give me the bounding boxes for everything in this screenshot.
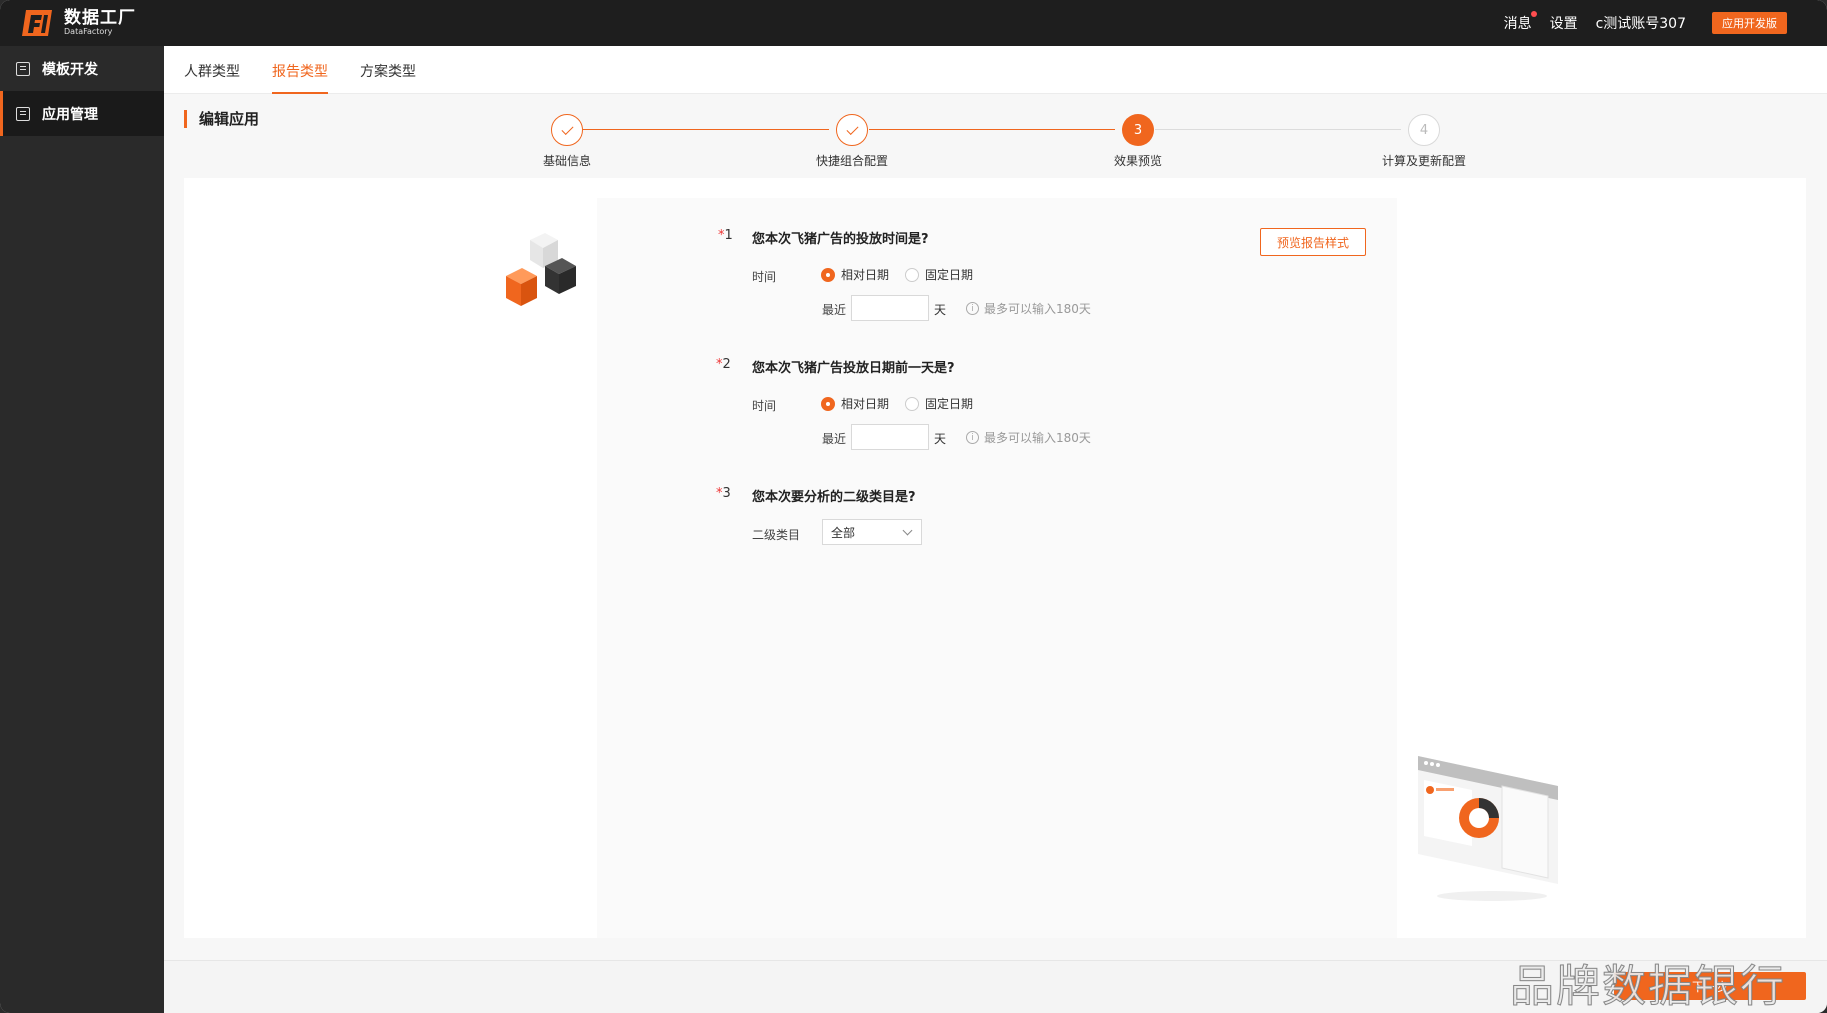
recent-label: 最近	[822, 303, 847, 317]
radio-fixed-date[interactable]: 固定日期	[905, 395, 973, 412]
datafactory-logo-icon	[20, 8, 54, 38]
question-number: *3	[716, 486, 731, 501]
step-label: 基础信息	[542, 154, 591, 168]
sidebar-item-label: 模板开发	[42, 61, 98, 78]
recent-days-input[interactable]	[851, 295, 929, 321]
radio-relative-date[interactable]: 相对日期	[821, 395, 889, 412]
report-screen-illustration	[1410, 746, 1570, 906]
sidebar-item-template-dev[interactable]: 模板开发	[0, 46, 164, 91]
messages-label: 消息	[1503, 16, 1532, 32]
recent-label: 最近	[822, 432, 847, 446]
step-label: 快捷组合配置	[815, 154, 888, 168]
account-menu[interactable]: c测试账号307	[1596, 13, 1686, 33]
sidebar-item-app-manage[interactable]: 应用管理	[0, 91, 164, 136]
step-label: 计算及更新配置	[1381, 154, 1466, 168]
version-badge[interactable]: 应用开发版	[1712, 12, 1787, 34]
step-quick-combo[interactable]	[836, 114, 868, 146]
question-number: *2	[716, 357, 731, 372]
radio-fixed-date[interactable]: 固定日期	[905, 266, 973, 283]
step-connector	[583, 129, 829, 130]
settings-link[interactable]: 设置	[1550, 13, 1578, 33]
app-window: 数据工厂 DataFactory 消息 设置 c测试账号307 应用开发版 模板…	[0, 0, 1827, 1013]
step-calc-config[interactable]: 4	[1408, 114, 1440, 146]
radio-checked-icon	[821, 396, 835, 411]
radio-relative-date[interactable]: 相对日期	[821, 266, 889, 283]
tab-report-type[interactable]: 报告类型	[272, 61, 328, 81]
messages-link[interactable]: 消息	[1503, 11, 1537, 33]
check-icon	[560, 122, 574, 135]
app-manage-icon	[16, 106, 30, 121]
watermark: 品牌数据银行	[1510, 961, 1786, 1013]
top-bar: 数据工厂 DataFactory 消息 设置 c测试账号307 应用开发版	[0, 0, 1827, 46]
logo-title: 数据工厂	[64, 8, 136, 28]
step-connector	[869, 129, 1115, 130]
sidebar-item-label: 应用管理	[42, 106, 98, 123]
logo[interactable]: 数据工厂 DataFactory	[20, 8, 136, 38]
radio-unchecked-icon	[905, 267, 919, 282]
time-label: 时间	[752, 270, 777, 284]
sub-category-select[interactable]: 全部	[822, 519, 922, 545]
info-icon: i	[966, 431, 979, 444]
time-label: 时间	[752, 399, 777, 413]
step-label: 效果预览	[1113, 154, 1162, 168]
info-icon: i	[966, 302, 979, 315]
tab-plan-type[interactable]: 方案类型	[360, 61, 416, 81]
unread-dot-icon	[1530, 11, 1537, 17]
chevron-down-icon	[902, 525, 913, 536]
sub-category-label: 二级类目	[752, 528, 801, 542]
page-title: 编辑应用	[184, 110, 259, 128]
question-title: 您本次飞猪广告投放日期前一天是?	[752, 361, 955, 376]
template-icon	[16, 61, 30, 76]
tab-bar: 人群类型 报告类型 方案类型	[164, 46, 1827, 94]
max-days-hint: i 最多可以输入180天	[966, 300, 1091, 317]
radio-unchecked-icon	[905, 396, 919, 411]
active-tab-indicator	[272, 92, 328, 94]
unit-label: 天	[934, 303, 947, 317]
tab-crowd-type[interactable]: 人群类型	[184, 61, 240, 81]
radio-checked-icon	[821, 267, 835, 282]
sidebar: 模板开发 应用管理	[0, 46, 164, 1013]
check-icon	[845, 122, 859, 135]
step-basic-info[interactable]	[551, 114, 583, 146]
step-preview[interactable]: 3	[1122, 114, 1154, 146]
logo-subtitle: DataFactory	[64, 27, 113, 36]
cubes-illustration	[500, 228, 600, 318]
preview-report-style-button[interactable]: 预览报告样式	[1260, 228, 1366, 256]
question-title: 您本次要分析的二级类目是?	[752, 490, 916, 505]
step-connector	[1155, 129, 1401, 130]
max-days-hint: i 最多可以输入180天	[966, 429, 1091, 446]
question-number: *1	[718, 228, 733, 243]
recent-days-input[interactable]	[851, 424, 929, 450]
unit-label: 天	[934, 432, 947, 446]
question-title: 您本次飞猪广告的投放时间是?	[752, 232, 929, 247]
